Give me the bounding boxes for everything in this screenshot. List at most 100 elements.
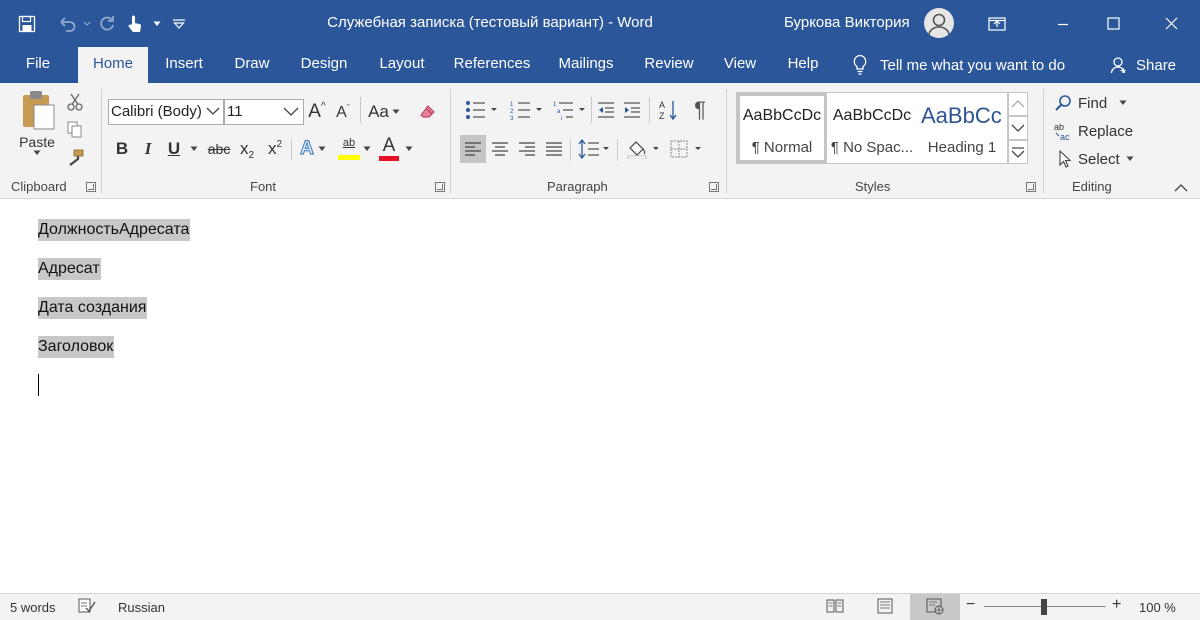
styles-more-icon[interactable] (1008, 140, 1028, 164)
minimize-icon[interactable] (1040, 0, 1086, 47)
paste-dropdown-icon (33, 150, 41, 155)
select-button[interactable]: Select (1058, 147, 1142, 171)
read-mode-icon[interactable] (826, 598, 844, 617)
subscript-label: x (239, 139, 249, 158)
style-normal-name: ¶ Normal (751, 139, 813, 156)
line-spacing-button[interactable] (574, 135, 614, 163)
ribbon-display-options-button[interactable] (974, 0, 1020, 47)
format-painter-icon[interactable] (64, 147, 86, 169)
numbering-button[interactable]: 123 (505, 97, 547, 123)
document-paragraph[interactable]: Заголовок (38, 336, 115, 358)
align-right-icon[interactable] (514, 135, 540, 163)
borders-button[interactable] (665, 135, 705, 163)
multilevel-list-button[interactable]: 1ai (548, 97, 590, 123)
shading-button[interactable] (622, 135, 662, 163)
underline-dropdown-icon[interactable] (187, 135, 201, 163)
tab-references[interactable]: References (448, 47, 536, 83)
tab-design[interactable]: Design (292, 47, 356, 83)
font-color-button[interactable]: A (376, 133, 402, 163)
tab-help[interactable]: Help (780, 47, 826, 83)
font-name-combo[interactable]: Calibri (Body) (108, 99, 224, 125)
shrink-font-button[interactable]: Aˇ (332, 100, 354, 126)
zoom-level[interactable]: 100 % (1139, 600, 1176, 615)
style-heading-1[interactable]: AaBbCc Heading 1 (917, 93, 1007, 163)
change-case-button[interactable]: Aa (366, 98, 402, 126)
replace-button[interactable]: ab ac Replace (1054, 119, 1138, 143)
find-button[interactable]: Find (1054, 91, 1138, 115)
styles-scroll-down-icon[interactable] (1008, 116, 1028, 140)
text-effects-button[interactable]: A (296, 135, 330, 163)
share-button[interactable]: Share (1110, 47, 1176, 83)
dropdown-icon (392, 109, 400, 114)
chevron-down-icon (205, 103, 221, 119)
subscript-button[interactable]: x2 (235, 135, 259, 163)
user-name[interactable]: Буркова Виктория (784, 14, 910, 31)
avatar[interactable] (924, 8, 954, 38)
close-icon[interactable] (1148, 0, 1194, 47)
separator (1043, 89, 1044, 193)
show-formatting-marks-button[interactable]: ¶ (688, 96, 712, 124)
sort-icon[interactable]: AZ (656, 97, 680, 123)
borders-icon (670, 140, 701, 158)
magnifier-icon (1055, 95, 1071, 111)
increase-indent-icon[interactable] (620, 97, 644, 123)
collapse-ribbon-icon[interactable] (1172, 181, 1190, 195)
zoom-in-button[interactable]: + (1112, 596, 1121, 614)
italic-button[interactable]: I (137, 135, 159, 163)
find-label: Find (1078, 94, 1108, 112)
document-paragraph[interactable]: ДолжностьАдресата (38, 219, 191, 241)
grow-font-button[interactable]: A ^ (306, 98, 328, 126)
font-size-value: 11 (227, 103, 243, 120)
strikethrough-button[interactable]: abc (205, 135, 233, 163)
decrease-indent-icon[interactable] (594, 97, 618, 123)
tab-file[interactable]: File (16, 47, 60, 83)
tab-review[interactable]: Review (638, 47, 700, 83)
lightbulb-icon (853, 54, 867, 75)
paragraph-launcher-icon[interactable] (709, 182, 719, 192)
separator (101, 89, 102, 193)
underline-button[interactable]: U (163, 135, 185, 163)
bullets-button[interactable] (460, 97, 502, 123)
print-layout-icon[interactable] (876, 598, 894, 617)
highlight-dropdown-icon[interactable] (362, 135, 372, 163)
tab-draw[interactable]: Draw (226, 47, 278, 83)
copy-icon[interactable] (64, 119, 86, 141)
font-color-bar (379, 155, 399, 161)
zoom-slider-thumb[interactable] (1041, 599, 1047, 615)
bold-button[interactable]: B (111, 135, 133, 163)
document-body[interactable]: ДолжностьАдресата Адресат Дата создания … (0, 200, 1200, 593)
align-left-icon[interactable] (460, 135, 486, 163)
tab-mailings[interactable]: Mailings (550, 47, 622, 83)
web-layout-button[interactable] (910, 594, 960, 620)
maximize-icon[interactable] (1090, 0, 1136, 47)
clear-formatting-icon[interactable] (416, 98, 440, 126)
superscript-button[interactable]: x2 (263, 135, 287, 163)
tab-view[interactable]: View (716, 47, 764, 83)
font-color-dropdown-icon[interactable] (402, 135, 416, 163)
font-size-combo[interactable]: 11 (224, 99, 304, 125)
proofing-icon[interactable] (78, 598, 96, 617)
clipboard-launcher-icon[interactable] (86, 182, 96, 192)
tab-home[interactable]: Home (78, 47, 148, 83)
document-paragraph[interactable]: Адресат (38, 258, 101, 280)
tab-insert[interactable]: Insert (158, 47, 210, 83)
superscript-mark: 2 (276, 138, 283, 150)
cut-icon[interactable] (64, 91, 86, 113)
separator (591, 97, 592, 123)
word-count[interactable]: 5 words (10, 600, 56, 615)
paste-button[interactable]: Paste (14, 89, 60, 169)
language-indicator[interactable]: Russian (118, 600, 165, 615)
tab-layout[interactable]: Layout (370, 47, 434, 83)
numbering-icon: 123 (510, 102, 542, 120)
style-no-spacing[interactable]: AaBbCcDc ¶ No Spac... (827, 93, 917, 163)
justify-icon[interactable] (541, 135, 567, 163)
styles-launcher-icon[interactable] (1026, 182, 1036, 192)
zoom-out-button[interactable]: − (966, 596, 975, 614)
document-paragraph[interactable]: Дата создания (38, 297, 148, 319)
align-center-icon[interactable] (487, 135, 513, 163)
styles-scroll-up-icon[interactable] (1008, 92, 1028, 116)
style-normal[interactable]: AaBbCcDc ¶ Normal (737, 93, 827, 163)
text-effects-label: A (300, 137, 315, 159)
tell-me-search[interactable]: Tell me what you want to do (852, 47, 1065, 83)
font-launcher-icon[interactable] (435, 182, 445, 192)
